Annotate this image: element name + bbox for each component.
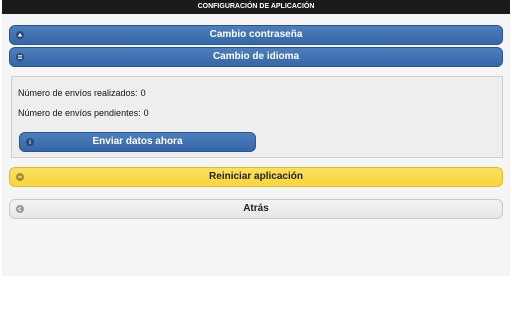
menu-icon: [16, 53, 24, 61]
pending-count-label: Número de envíos pendientes:: [18, 108, 141, 118]
change-language-label: Cambio de idioma: [212, 51, 300, 62]
sent-count-label: Número de envíos realizados:: [18, 88, 138, 98]
send-data-now-button[interactable]: Enviar datos ahora: [19, 132, 256, 152]
pending-count-value: 0: [143, 108, 149, 118]
back-button[interactable]: Atrás: [9, 199, 503, 219]
arrow-up-icon: [16, 31, 24, 39]
change-language-button[interactable]: Cambio de idioma: [9, 47, 503, 67]
minus-icon: [16, 173, 24, 181]
page-title: CONFIGURACIÓN DE APLICACIÓN: [2, 0, 510, 14]
pending-count: Número de envíos pendientes: 0: [18, 108, 149, 118]
sent-count: Número de envíos realizados: 0: [18, 88, 146, 98]
app-container: CONFIGURACIÓN DE APLICACIÓN Cambio contr…: [2, 0, 510, 276]
sync-panel: Número de envíos realizados: 0 Número de …: [11, 76, 503, 158]
back-arrow-icon: [16, 205, 24, 213]
change-password-button[interactable]: Cambio contraseña: [9, 25, 503, 45]
restart-app-label: Reiniciar aplicación: [209, 171, 303, 182]
info-icon: [26, 138, 34, 146]
sent-count-value: 0: [140, 88, 146, 98]
back-label: Atrás: [243, 203, 269, 214]
change-password-label: Cambio contraseña: [209, 29, 303, 40]
send-data-now-label: Enviar datos ahora: [92, 136, 183, 147]
restart-app-button[interactable]: Reiniciar aplicación: [9, 167, 503, 187]
